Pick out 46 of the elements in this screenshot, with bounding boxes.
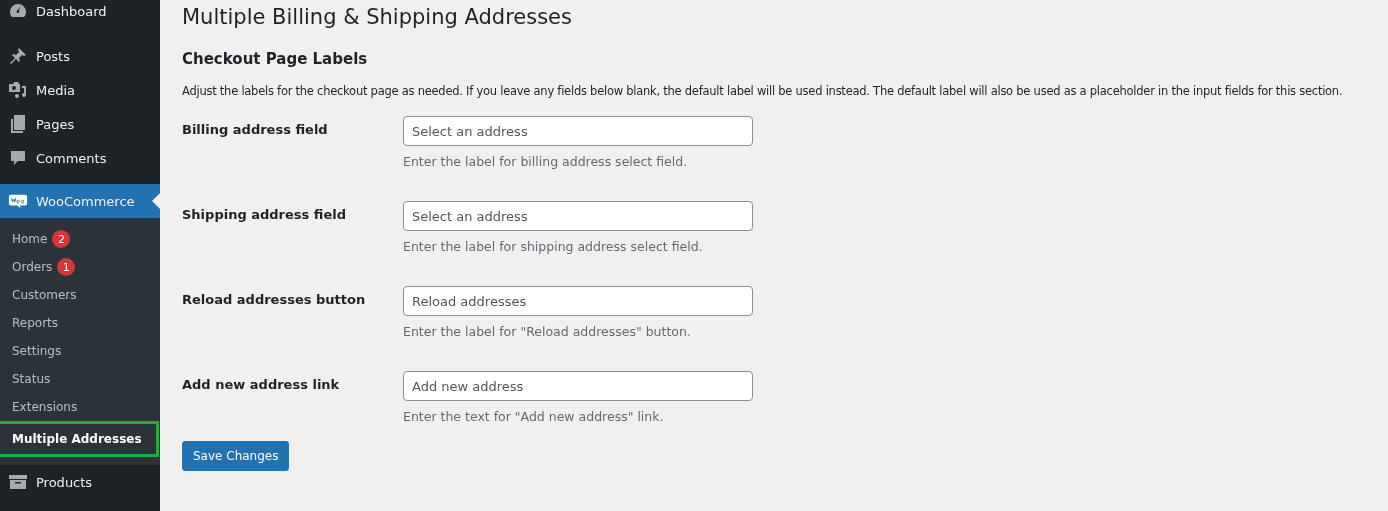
- menu-item[interactable]: Media: [0, 73, 160, 107]
- comment-icon: [8, 148, 28, 168]
- field-hint: Enter the label for shipping address select field.: [403, 239, 704, 254]
- text-field[interactable]: Select an address: [403, 201, 753, 231]
- text-field[interactable]: Reload addresses: [403, 286, 753, 316]
- menu-item[interactable]: Pages: [0, 107, 160, 141]
- text-field[interactable]: Select an address: [403, 116, 753, 146]
- field-label: Billing address field: [182, 121, 329, 139]
- submenu-item[interactable]: Multiple Addresses: [0, 421, 159, 457]
- field-hint: Enter the text for "Add new address" link.: [403, 409, 665, 424]
- submenu-label: Settings: [12, 344, 62, 358]
- section-description: Adjust the labels for the checkout page as needed. If you leave any fields below blank, the default label will be used instead. The default label will also be used as a placeholder in the input fields for this section.: [182, 84, 1344, 98]
- pushpin-icon: [8, 46, 28, 66]
- field-label: Reload addresses button: [182, 291, 367, 309]
- submenu-item[interactable]: Home 2: [0, 225, 160, 253]
- menu-item[interactable]: Posts: [0, 39, 160, 73]
- count-badge: 1: [57, 258, 76, 276]
- submenu-label: Multiple Addresses: [12, 432, 142, 446]
- submenu-label: Customers: [12, 288, 77, 302]
- submenu-label: Reports: [12, 316, 59, 330]
- submenu-item[interactable]: Orders 1: [0, 253, 160, 281]
- field-label: Shipping address field: [182, 206, 348, 224]
- submenu-item[interactable]: Extensions: [0, 393, 160, 421]
- menu-item[interactable]: WooCommerce: [0, 184, 160, 218]
- submenu-label: Extensions: [12, 400, 78, 414]
- archive-box-icon: [8, 472, 28, 492]
- media-icon: [8, 80, 28, 100]
- menu-item[interactable]: Products: [0, 465, 160, 499]
- pages-icon: [8, 114, 28, 134]
- submenu-item[interactable]: Status: [0, 365, 160, 393]
- field-label: Add new address link: [182, 376, 341, 394]
- page-title: Multiple Billing & Shipping Addresses: [182, 5, 573, 29]
- submenu-item[interactable]: Reports: [0, 309, 160, 337]
- submenu-item[interactable]: Customers: [0, 281, 160, 309]
- save-button[interactable]: Save Changes: [182, 441, 290, 471]
- menu-item[interactable]: Comments: [0, 141, 160, 175]
- count-badge: 2: [52, 230, 71, 248]
- submenu-label: Orders: [12, 260, 53, 274]
- section-heading: Checkout Page Labels: [182, 50, 369, 68]
- text-field[interactable]: Add new address: [403, 371, 753, 401]
- submenu-label: Home: [12, 232, 48, 246]
- field-hint: Enter the label for billing address select field.: [403, 154, 689, 169]
- field-hint: Enter the label for "Reload addresses" button.: [403, 324, 692, 339]
- submenu-label: Status: [12, 372, 51, 386]
- menu-item[interactable]: Dashboard: [0, 0, 160, 28]
- submenu-item[interactable]: Settings: [0, 337, 160, 365]
